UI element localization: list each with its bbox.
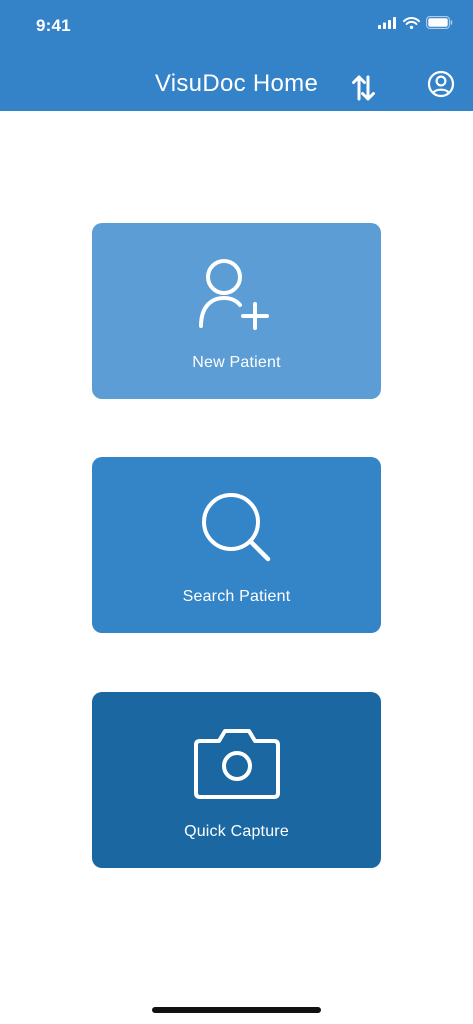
quick-capture-label: Quick Capture (184, 823, 289, 840)
cellular-signal-icon (378, 16, 397, 29)
sort-button[interactable] (348, 70, 380, 104)
camera-icon (187, 722, 287, 802)
sort-arrows-icon (348, 75, 380, 108)
app-header: 9:41 VisuDoc Home (0, 0, 473, 111)
search-patient-label: Search Patient (182, 588, 291, 605)
quick-capture-button[interactable]: Quick Capture (92, 692, 381, 868)
new-patient-label: New Patient (192, 354, 281, 371)
battery-icon (426, 16, 453, 29)
profile-button[interactable] (426, 69, 456, 99)
status-time: 9:41 (36, 16, 71, 35)
search-icon (187, 487, 287, 567)
status-icons (378, 16, 453, 29)
new-patient-button[interactable]: New Patient (92, 223, 381, 399)
home-indicator[interactable] (152, 1007, 321, 1013)
home-screen: 9:41 VisuDoc Home New Patient Search Pat… (0, 0, 473, 1024)
search-patient-button[interactable]: Search Patient (92, 457, 381, 633)
add-user-icon (187, 253, 287, 333)
profile-icon (426, 70, 456, 103)
wifi-icon (403, 16, 420, 29)
page-title: VisuDoc Home (154, 70, 319, 97)
